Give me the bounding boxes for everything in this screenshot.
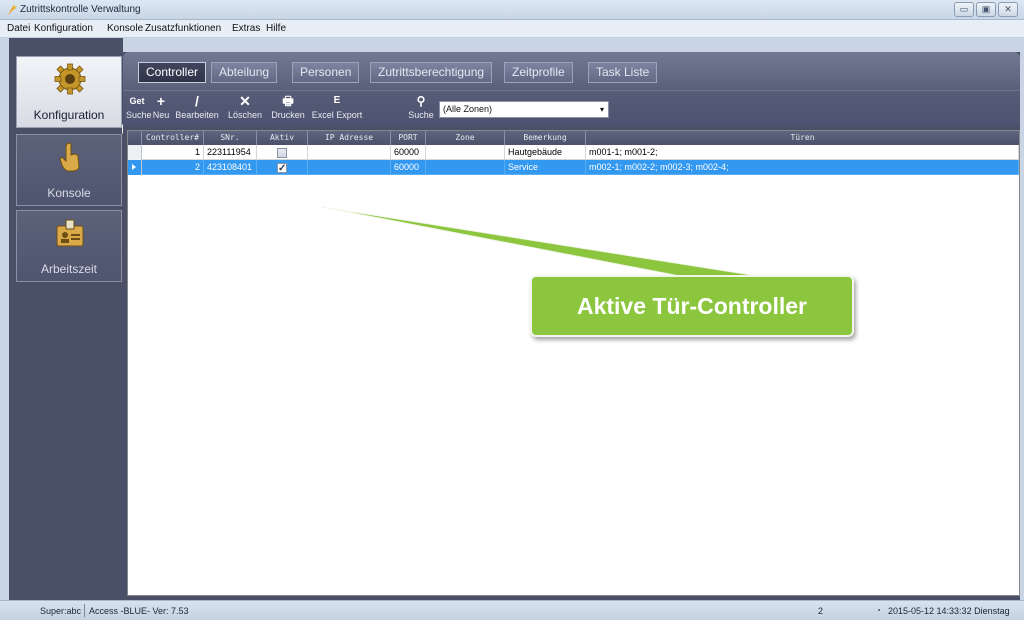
- callout-pointer: [321, 206, 771, 279]
- clock-icon: ◔: [876, 606, 881, 615]
- status-version: Access -BLUE- Ver: 7.53: [89, 606, 189, 616]
- callout-label: Aktive Tür-Controller: [530, 275, 854, 337]
- status-separator: [84, 604, 85, 617]
- status-user: Super:abc: [40, 606, 82, 616]
- status-count: 2: [818, 606, 824, 616]
- status-bar: Super:abc Access -BLUE- Ver: 7.53 2 ◔ 20…: [0, 600, 1024, 620]
- status-datetime: 2015-05-12 14:33:32 Dienstag: [888, 606, 1010, 616]
